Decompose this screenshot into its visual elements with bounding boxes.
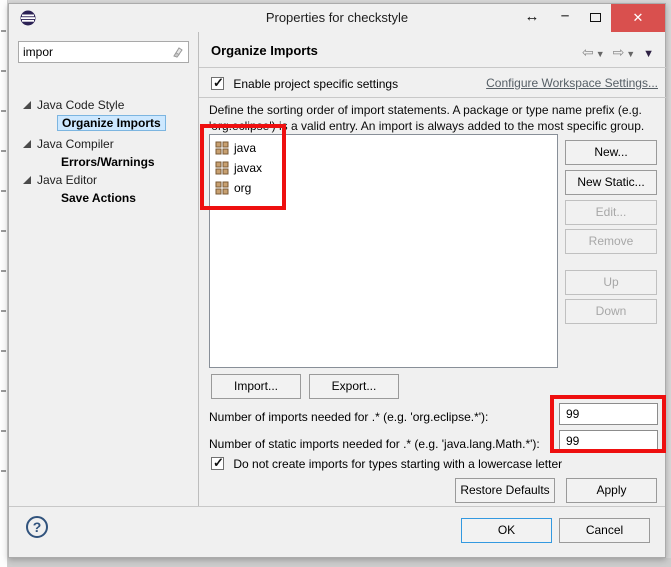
tree-node-label-selected[interactable]: Organize Imports — [57, 115, 166, 131]
properties-dialog: Properties for checkstyle ↔ – ✕ Java Cod… — [8, 3, 666, 558]
back-arrow-icon[interactable]: ⇦ — [582, 44, 596, 60]
forward-arrow-icon[interactable]: ⇨ — [613, 44, 627, 60]
tree-node-organize-imports[interactable]: Organize Imports — [57, 114, 166, 132]
list-item[interactable]: javax — [212, 158, 552, 178]
static-imports-needed-input[interactable] — [559, 430, 658, 452]
tree-node-label[interactable]: Save Actions — [61, 191, 136, 205]
page-navigation: ⇦▼ ⇨▼ ▼ — [582, 44, 656, 61]
imports-needed-input[interactable] — [559, 403, 658, 425]
down-button[interactable]: Down — [565, 299, 657, 324]
apply-button[interactable]: Apply — [566, 478, 657, 503]
tree-expanded-icon[interactable] — [22, 100, 32, 110]
package-icon — [215, 181, 229, 195]
remove-button[interactable]: Remove — [565, 229, 657, 254]
imports-needed-label: Number of imports needed for .* (e.g. 'o… — [209, 409, 488, 425]
checkmark-icon: ✓ — [213, 455, 224, 471]
up-button[interactable]: Up — [565, 270, 657, 295]
enable-project-settings-checkbox[interactable]: ✓ — [211, 77, 224, 90]
footer-separator — [9, 506, 665, 507]
organize-imports-page: Organize Imports ⇦▼ ⇨▼ ▼ ✓ Enable projec… — [199, 32, 666, 506]
group-name: org — [234, 181, 251, 195]
sidebar: Java Code Style Organize Imports Java Co… — [9, 32, 198, 506]
list-item[interactable]: org — [212, 178, 552, 198]
clear-filter-icon[interactable] — [170, 47, 183, 58]
view-menu-icon[interactable]: ▼ — [643, 48, 656, 60]
minimize-button[interactable]: – — [553, 4, 577, 32]
settings-separator — [199, 97, 666, 98]
background-window-edge — [0, 0, 8, 567]
filter-search-input[interactable] — [23, 43, 163, 61]
tree-node-label[interactable]: Java Code Style — [37, 96, 124, 114]
new-static-button[interactable]: New Static... — [565, 170, 657, 195]
maximize-button[interactable] — [583, 4, 607, 32]
tree-node-label[interactable]: Java Editor — [37, 171, 97, 189]
cancel-button[interactable]: Cancel — [559, 518, 650, 543]
list-item[interactable]: java — [212, 138, 552, 158]
checkmark-icon: ✓ — [213, 75, 224, 91]
tree-node-errors-warnings[interactable]: Errors/Warnings — [61, 153, 155, 171]
export-button[interactable]: Export... — [309, 374, 399, 399]
new-button[interactable]: New... — [565, 140, 657, 165]
configure-workspace-settings-link[interactable]: Configure Workspace Settings... — [486, 76, 658, 90]
tree-node-label[interactable]: Java Compiler — [37, 135, 114, 153]
enable-project-settings-row[interactable]: ✓ Enable project specific settings — [211, 76, 398, 92]
group-name: javax — [234, 161, 262, 175]
group-name: java — [234, 141, 256, 155]
page-title: Organize Imports — [211, 43, 318, 58]
back-dropdown-icon[interactable]: ▼ — [596, 49, 607, 59]
filter-search-box[interactable] — [18, 41, 189, 63]
forward-dropdown-icon[interactable]: ▼ — [626, 49, 637, 59]
static-imports-needed-label: Number of static imports needed for .* (… — [209, 436, 540, 452]
page-description: Define the sorting order of import state… — [209, 102, 665, 134]
ok-button[interactable]: OK — [461, 518, 552, 543]
tree-node-save-actions[interactable]: Save Actions — [61, 189, 136, 207]
import-button[interactable]: Import... — [211, 374, 301, 399]
import-group-list[interactable]: java javax org — [209, 134, 558, 368]
enable-project-settings-label: Enable project specific settings — [233, 77, 398, 91]
package-icon — [215, 141, 229, 155]
resize-icon[interactable]: ↔ — [521, 4, 543, 32]
title-bar[interactable]: Properties for checkstyle ↔ – ✕ — [9, 4, 665, 32]
edit-button[interactable]: Edit... — [565, 200, 657, 225]
restore-defaults-button[interactable]: Restore Defaults — [455, 478, 555, 503]
close-button[interactable]: ✕ — [611, 4, 665, 32]
lowercase-types-label: Do not create imports for types starting… — [233, 457, 562, 471]
tree-expanded-icon[interactable] — [22, 139, 32, 149]
tree-node-label[interactable]: Errors/Warnings — [61, 155, 155, 169]
lowercase-types-checkbox[interactable]: ✓ — [211, 457, 224, 470]
help-button[interactable]: ? — [26, 516, 48, 538]
header-separator — [199, 67, 666, 68]
background-desktop-strip — [8, 558, 671, 567]
package-icon — [215, 161, 229, 175]
lowercase-types-row[interactable]: ✓ Do not create imports for types starti… — [211, 456, 562, 472]
tree-expanded-icon[interactable] — [22, 175, 32, 185]
maximize-icon — [590, 13, 601, 22]
